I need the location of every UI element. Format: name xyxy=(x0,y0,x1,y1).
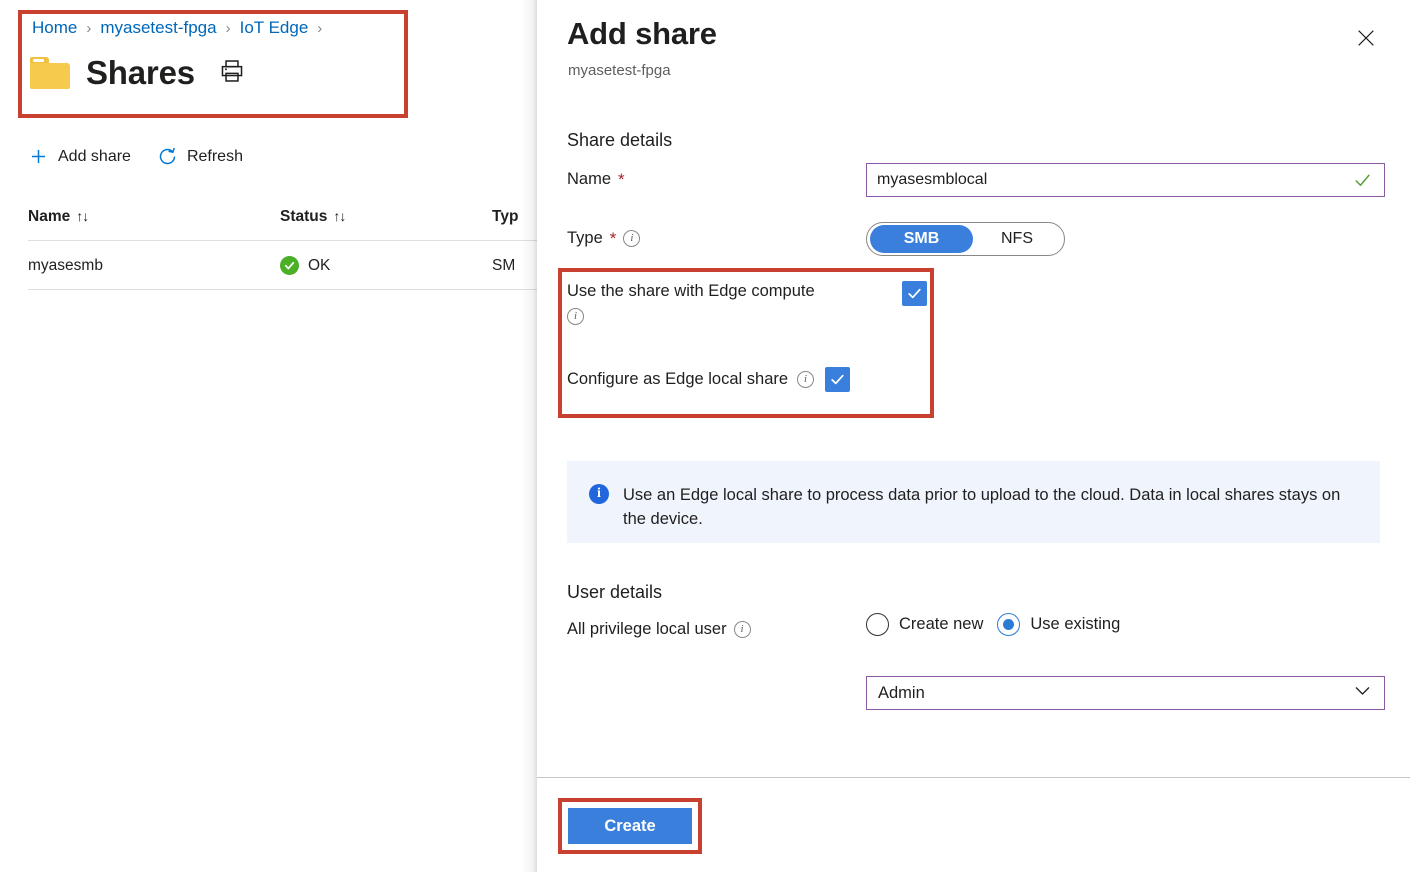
cell-status: OK xyxy=(280,240,492,290)
breadcrumb-item-device[interactable]: myasetest-fpga xyxy=(100,18,216,38)
shares-blade: Home › myasetest-fpga › IoT Edge › Share… xyxy=(0,0,648,872)
info-icon[interactable]: i xyxy=(623,230,641,247)
name-field-label: Name * xyxy=(567,170,625,189)
breadcrumb-item-iot-edge[interactable]: IoT Edge xyxy=(240,18,309,38)
chevron-right-icon: › xyxy=(225,19,231,37)
checkmark-icon xyxy=(1353,171,1384,190)
info-icon[interactable]: i xyxy=(797,371,815,388)
add-share-button[interactable]: Add share xyxy=(28,146,131,167)
radio-circle-selected-icon[interactable] xyxy=(997,613,1021,636)
panel-subtitle: myasetest-fpga xyxy=(568,62,671,79)
sort-icon[interactable]: ↑↓ xyxy=(76,208,89,224)
check-circle-icon xyxy=(280,256,299,275)
type-option-nfs[interactable]: NFS xyxy=(977,225,1057,253)
chevron-right-icon: › xyxy=(86,19,92,37)
existing-user-value: Admin xyxy=(878,683,925,702)
radio-create-new[interactable]: Create new xyxy=(866,613,983,636)
info-banner-text: Use an Edge local share to process data … xyxy=(623,486,1341,528)
share-name-input[interactable] xyxy=(867,164,1353,196)
refresh-button[interactable]: Refresh xyxy=(157,146,243,167)
breadcrumb-item-home[interactable]: Home xyxy=(32,18,77,38)
add-share-label: Add share xyxy=(58,147,131,165)
refresh-icon xyxy=(157,146,178,167)
user-mode-radio-group: Create new Use existing xyxy=(866,613,1120,636)
column-header-status[interactable]: Status ↑↓ xyxy=(280,208,492,241)
required-marker: * xyxy=(618,170,625,189)
edge-compute-checkbox-row: Use the share with Edge compute i xyxy=(567,281,927,325)
edge-local-share-checkbox[interactable] xyxy=(825,367,851,392)
info-icon[interactable]: i xyxy=(733,621,751,638)
user-details-heading: User details xyxy=(567,582,663,602)
panel-title: Add share xyxy=(567,16,717,51)
sort-icon[interactable]: ↑↓ xyxy=(333,208,346,224)
share-name-field[interactable] xyxy=(866,163,1385,197)
panel-footer-divider xyxy=(537,777,1410,778)
command-bar: Add share Refresh xyxy=(28,146,243,167)
folder-icon xyxy=(30,57,70,89)
plus-icon xyxy=(28,146,49,167)
breadcrumb: Home › myasetest-fpga › IoT Edge › xyxy=(32,18,322,38)
info-filled-icon: i xyxy=(589,484,609,504)
create-button[interactable]: Create xyxy=(568,808,692,844)
existing-user-dropdown[interactable]: Admin xyxy=(866,676,1385,710)
page-title: Shares xyxy=(86,54,195,91)
edge-compute-checkbox[interactable] xyxy=(902,281,927,306)
app-root: Home › myasetest-fpga › IoT Edge › Share… xyxy=(0,0,1410,872)
refresh-label: Refresh xyxy=(186,147,243,165)
chevron-down-icon[interactable] xyxy=(1352,680,1373,706)
type-option-smb[interactable]: SMB xyxy=(870,225,973,253)
status-label: OK xyxy=(308,256,331,274)
printer-icon[interactable] xyxy=(219,58,245,89)
edge-local-share-label: Configure as Edge local share xyxy=(567,370,789,388)
column-header-name[interactable]: Name ↑↓ xyxy=(28,208,280,241)
info-banner: i Use an Edge local share to process dat… xyxy=(567,461,1380,543)
panel-shadow xyxy=(521,0,537,872)
radio-create-new-label: Create new xyxy=(899,615,984,633)
share-type-toggle[interactable]: SMB NFS xyxy=(866,222,1065,256)
share-details-heading: Share details xyxy=(567,130,673,150)
edge-compute-label: Use the share with Edge compute xyxy=(567,282,815,300)
required-marker: * xyxy=(609,229,617,248)
type-field-label: Type * i xyxy=(567,229,641,248)
radio-use-existing[interactable]: Use existing xyxy=(997,613,1120,636)
add-share-panel: Add share myasetest-fpga Share details N… xyxy=(537,0,1410,872)
cell-share-name[interactable]: myasesmb xyxy=(28,240,280,290)
edge-local-share-checkbox-row: Configure as Edge local share i xyxy=(567,367,927,392)
info-icon[interactable]: i xyxy=(567,308,584,325)
radio-circle-icon[interactable] xyxy=(866,613,889,636)
radio-use-existing-label: Use existing xyxy=(1030,615,1121,633)
chevron-right-icon: › xyxy=(317,19,323,37)
close-icon[interactable] xyxy=(1350,22,1382,54)
page-title-row: Shares xyxy=(30,54,245,92)
privilege-user-label: All privilege local user i xyxy=(567,620,751,639)
